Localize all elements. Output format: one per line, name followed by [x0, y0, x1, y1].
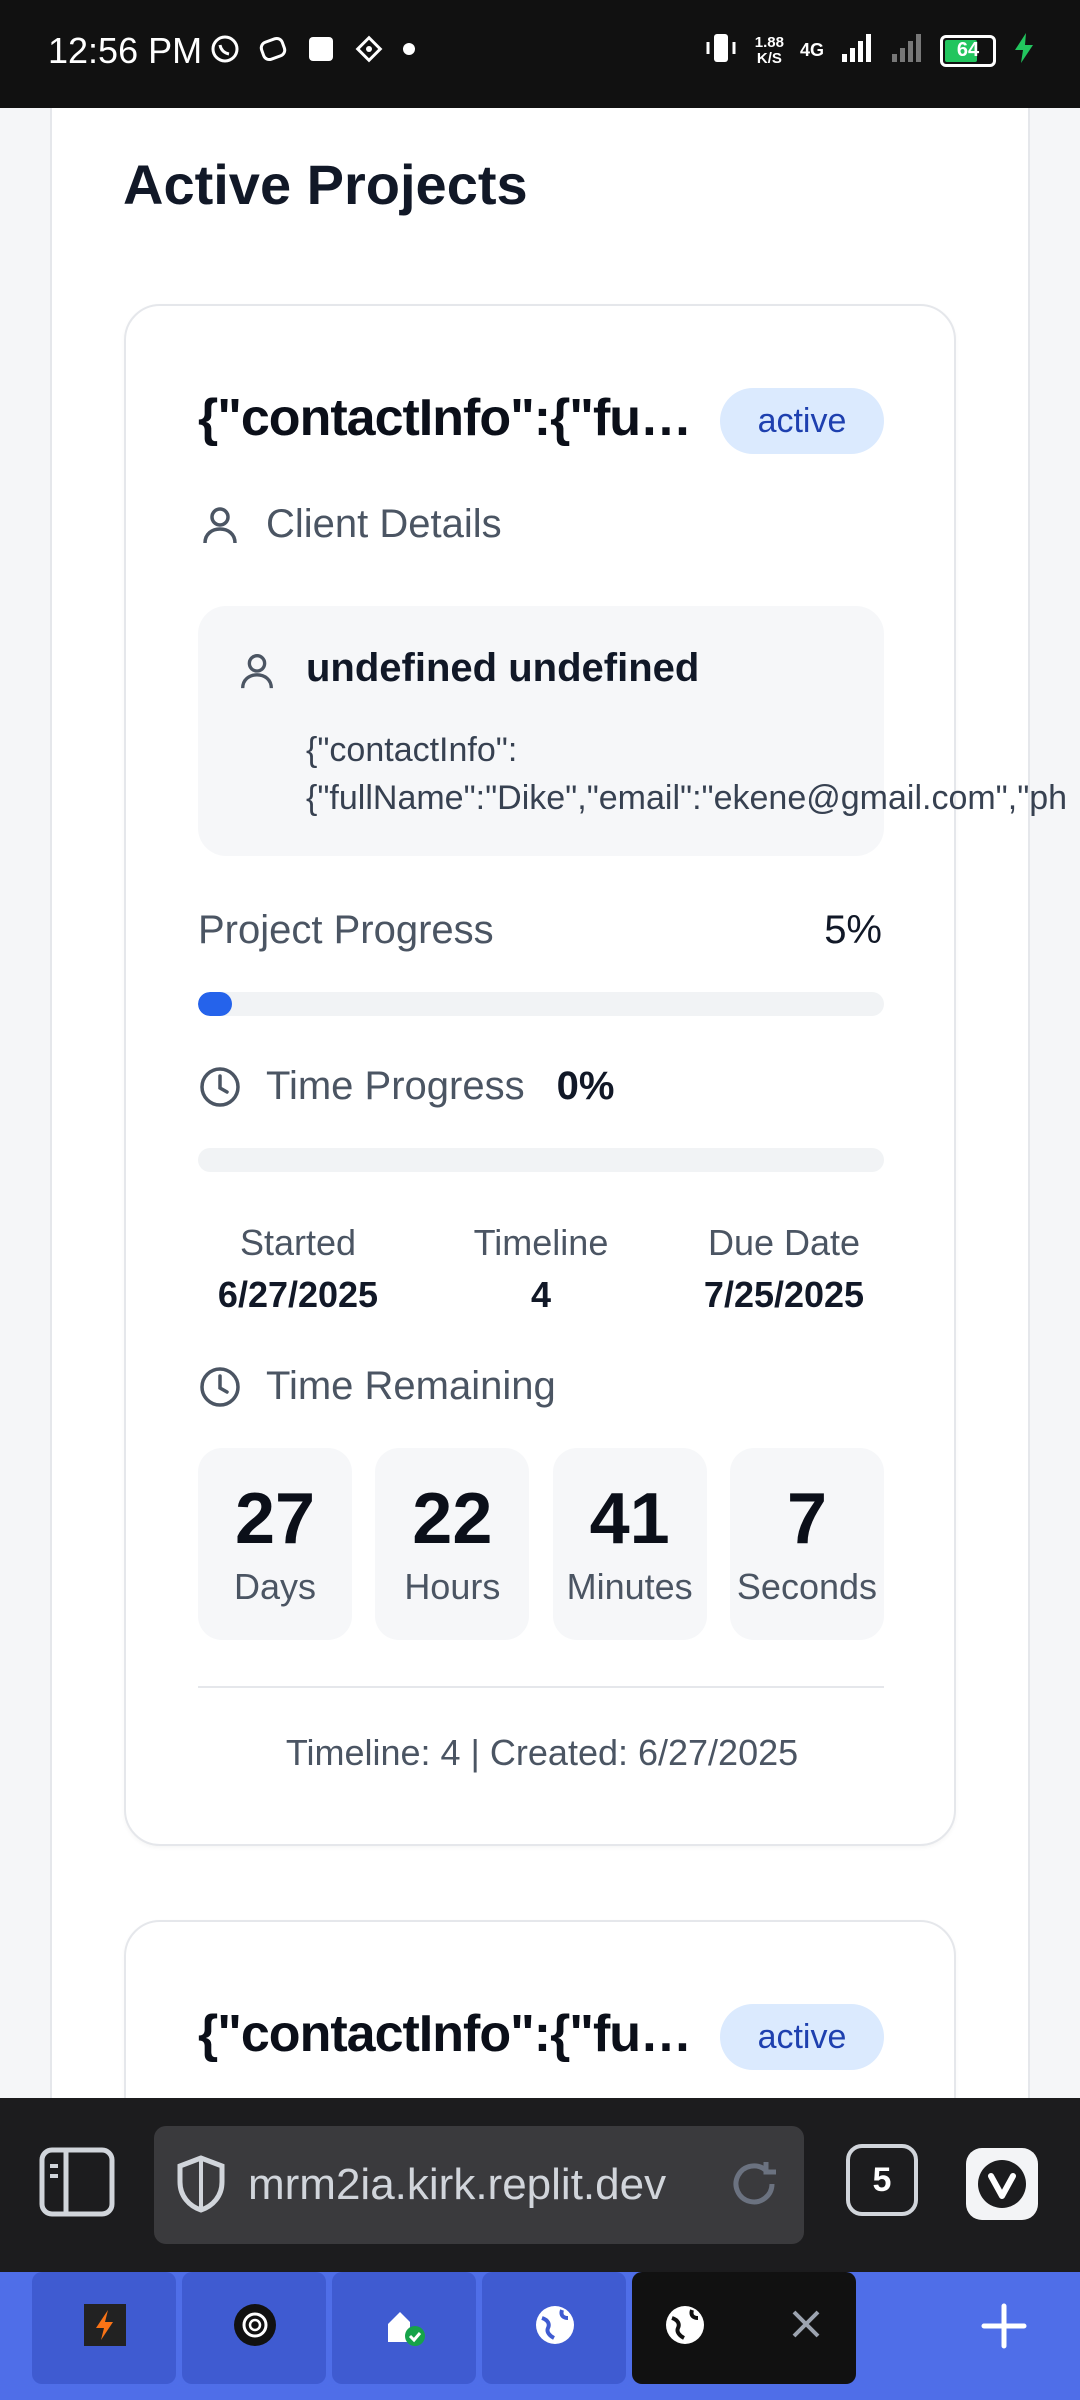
globe-icon — [532, 2302, 578, 2353]
status-badge: active — [720, 2004, 884, 2070]
project-footer: Timeline: 4 | Created: 6/27/2025 — [285, 1732, 799, 1773]
tab-5-active[interactable] — [632, 2272, 856, 2384]
panel-icon — [38, 2147, 116, 2222]
countdown-minutes: 41 Minutes — [552, 1448, 707, 1640]
client-name: undefined undefined — [306, 646, 700, 690]
countdown: 27 Days 22 Hours 41 Minutes 7 Seconds — [198, 1448, 884, 1640]
time-remaining-header: Time Remaining — [198, 1364, 556, 1409]
tab-4[interactable] — [482, 2272, 626, 2384]
countdown-hours: 22 Hours — [375, 1448, 530, 1640]
shield-icon[interactable] — [174, 2154, 228, 2219]
tab-count-button[interactable]: 5 — [846, 2144, 918, 2216]
clock-icon — [198, 1065, 242, 1109]
status-bar: 12:56 PM 1.88 K/S 4G 64 — [0, 0, 1080, 108]
signal-2-icon — [890, 32, 924, 69]
reload-icon[interactable] — [726, 2156, 782, 2217]
countdown-seconds: 7 Seconds — [729, 1448, 884, 1640]
page-title: Active Projects — [123, 153, 528, 216]
due-date: Due Date 7/25/2025 — [703, 1222, 865, 1315]
project-progress-bar — [198, 992, 884, 1016]
address-bar[interactable]: mrm2ia.kirk.replit.dev — [154, 2126, 804, 2244]
tab-strip — [0, 2272, 1080, 2400]
project-progress-fill — [198, 992, 233, 1016]
countdown-days: 27 Days — [198, 1448, 352, 1640]
project-card[interactable]: {"contactInfo":{"fullN... active — [124, 1920, 956, 2098]
new-tab-button[interactable] — [976, 2298, 1032, 2359]
project-progress-label: Project Progress — [198, 908, 494, 952]
client-info-box: undefined undefined {"contactInfo": {"fu… — [198, 606, 1067, 856]
diamond-icon — [354, 34, 384, 69]
panel-toggle-button[interactable] — [38, 2146, 116, 2223]
tab-3[interactable] — [332, 2272, 476, 2384]
battery-icon: 64 — [940, 34, 996, 67]
plus-icon — [976, 2303, 1032, 2358]
project-title: {"contactInfo":{"fullN... — [198, 2005, 698, 2063]
url-text: mrm2ia.kirk.replit.dev — [248, 2160, 667, 2209]
verified-app-icon — [382, 2302, 428, 2353]
status-time: 12:56 PM — [48, 30, 203, 71]
vivaldi-menu-button[interactable] — [966, 2148, 1038, 2220]
network-type: 4G — [799, 40, 824, 60]
started-date: Started 6/27/2025 — [217, 1222, 379, 1315]
client-details-label: Client Details — [266, 502, 502, 546]
time-progress-header: Time Progress 0% — [198, 1064, 614, 1109]
close-tab-icon[interactable] — [786, 2304, 826, 2349]
divider — [198, 1686, 884, 1688]
time-progress-label: Time Progress — [266, 1064, 525, 1108]
tab-2[interactable] — [182, 2272, 326, 2384]
project-dates: Started 6/27/2025 Timeline 4 Due Date 7/… — [198, 1222, 884, 1316]
time-remaining-label: Time Remaining — [266, 1364, 556, 1408]
app-tab-icon — [82, 2302, 128, 2353]
app-icon — [258, 34, 288, 69]
vibrate-icon — [703, 30, 739, 71]
clock-icon — [198, 1365, 242, 1409]
network-speed: 1.88 K/S — [754, 33, 784, 67]
project-title: {"contactInfo":{"fullN... — [198, 389, 698, 447]
user-icon — [236, 650, 278, 692]
globe-icon — [662, 2302, 708, 2353]
tab-1[interactable] — [32, 2272, 176, 2384]
client-contact-info: {"contactInfo": {"fullName":"Dike","emai… — [306, 731, 1068, 817]
chatgpt-icon — [232, 2302, 278, 2353]
vivaldi-icon — [966, 2160, 1038, 2224]
charging-icon — [1012, 31, 1036, 70]
browser-toolbar: mrm2ia.kirk.replit.dev 5 — [0, 2098, 1080, 2272]
project-progress-value: 5% — [824, 908, 882, 952]
time-progress-value: 0% — [556, 1064, 615, 1108]
signal-icon — [840, 32, 874, 69]
square-icon — [306, 34, 336, 69]
time-progress-bar — [198, 1148, 884, 1172]
web-page: Active Projects {"contactInfo":{"fullN..… — [0, 108, 1080, 2098]
dot-icon — [402, 42, 416, 61]
whatsapp-icon — [210, 34, 240, 69]
user-icon — [198, 503, 242, 547]
client-details-header: Client Details — [198, 502, 502, 547]
status-badge: active — [720, 388, 884, 454]
project-card[interactable]: {"contactInfo":{"fullN... active Client … — [124, 304, 1067, 1846]
timeline: Timeline 4 — [473, 1222, 609, 1315]
